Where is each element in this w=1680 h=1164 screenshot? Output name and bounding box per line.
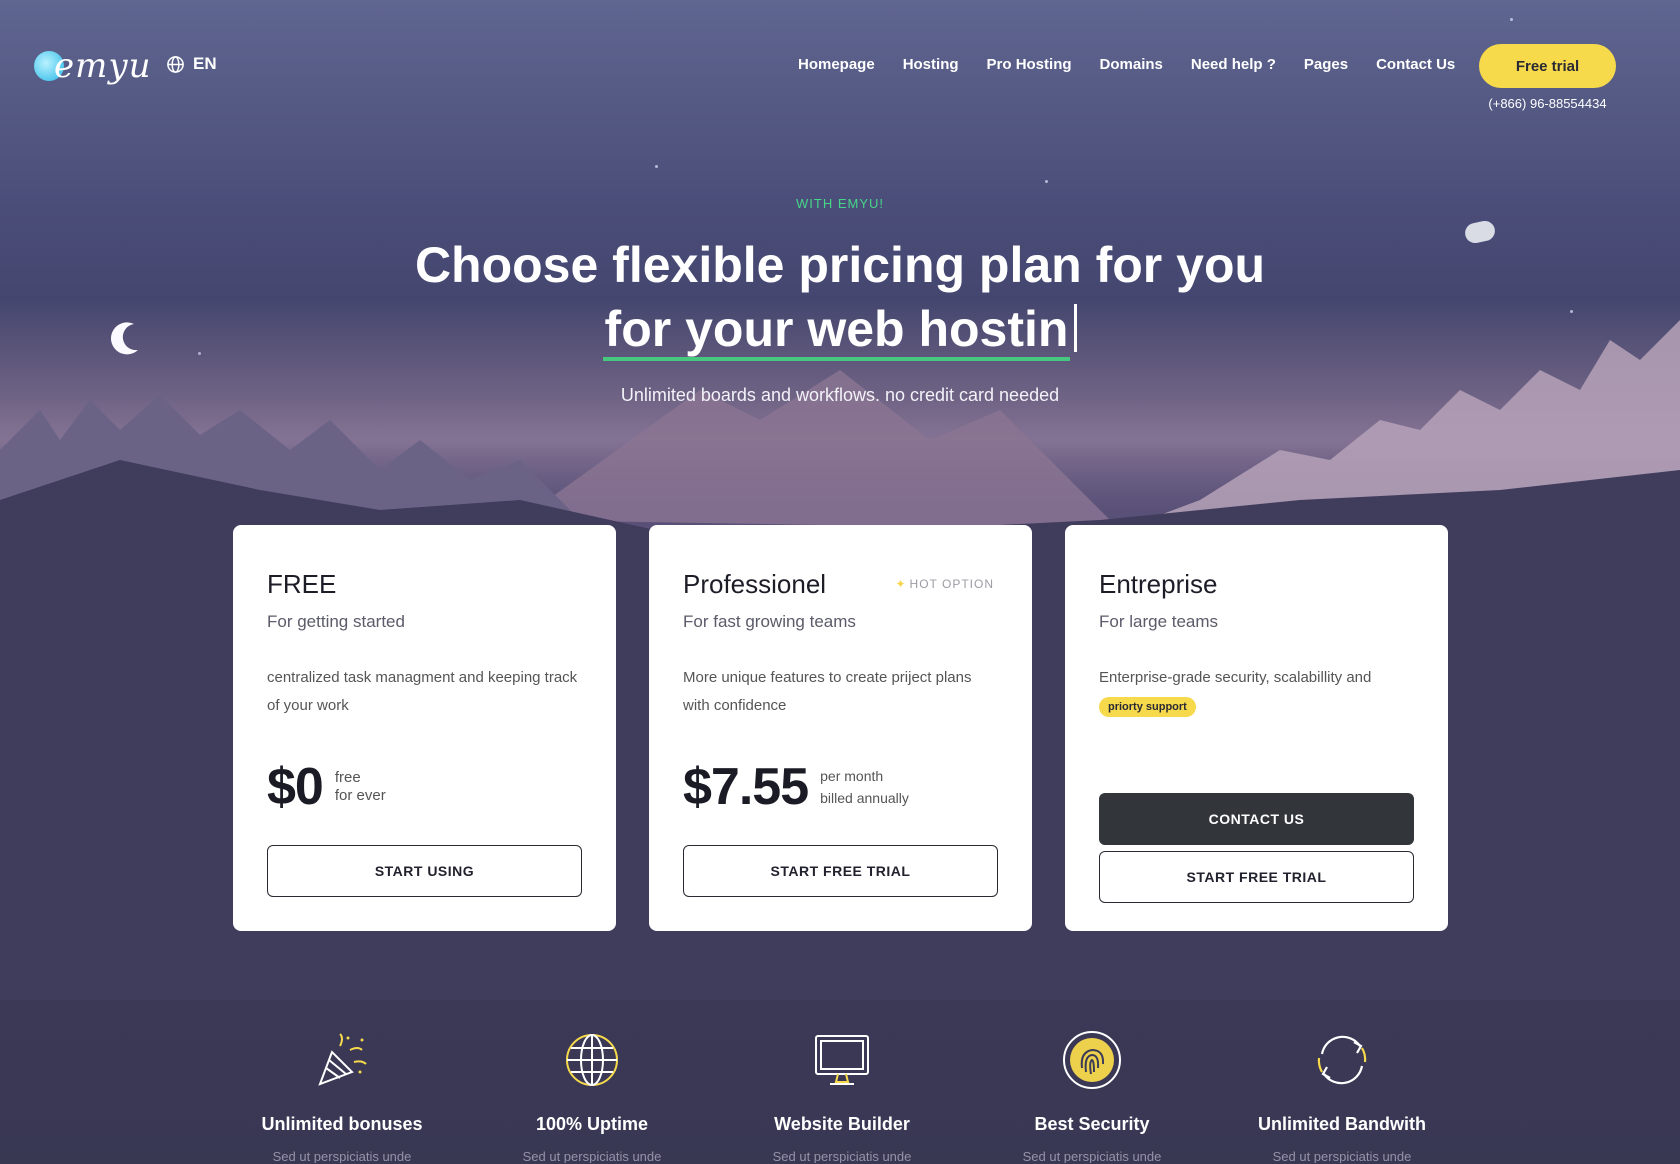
monitor-icon [815,1035,869,1085]
refresh-icon [1317,1035,1367,1085]
price-note: free for ever [335,769,386,805]
nav-pro-hosting[interactable]: Pro Hosting [987,56,1072,73]
nav-hosting[interactable]: Hosting [903,56,959,73]
feature-label: Website Builder [774,1114,910,1134]
plan-tagline: For fast growing teams [683,612,856,631]
nav-pages[interactable]: Pages [1304,56,1348,73]
page-title: Choose flexible pricing plan for you for… [0,233,1680,361]
price-note-line-2: billed annually [820,790,909,806]
feature-item: Website Builder Sed ut perspiciatis unde [717,1028,967,1163]
plan-description: centralized task managment and keeping t… [267,669,578,714]
nav-homepage[interactable]: Homepage [798,56,875,73]
feature-description: Sed ut perspiciatis unde [772,1149,912,1163]
price-row: $7.55 per month billed annually [683,757,909,817]
plan-description: Enterprise-grade security, scalabillity … [1099,664,1414,720]
feature-description: Sed ut perspiciatis unde [1272,1149,1412,1163]
title-line-2: for your web hostin [602,301,1071,361]
main-nav: Homepage Hosting Pro Hosting Domains Nee… [798,56,1455,73]
nav-domains[interactable]: Domains [1100,56,1163,73]
hot-option-label: HOT OPTION [909,577,994,591]
start-free-trial-button[interactable]: START FREE TRIAL [1099,851,1414,903]
start-using-button[interactable]: START USING [267,845,582,897]
plan-tagline: For large teams [1099,612,1219,631]
feature-label: Best Security [1034,1114,1150,1134]
fingerprint-icon [1063,1031,1121,1089]
nav-need-help[interactable]: Need help ? [1191,56,1276,73]
feature-description: Sed ut perspiciatis unde [522,1149,662,1163]
price-note: per month billed annually [820,765,909,809]
hero-section: WITH EMYU! Choose flexible pricing plan … [0,196,1680,406]
feature-label: Unlimited bonuses [261,1114,423,1134]
hero-eyebrow: WITH EMYU! [796,196,884,211]
feature-description: Sed ut perspiciatis unde [272,1149,412,1163]
plan-name: Entreprise [1099,569,1218,599]
price-note-line-2: for ever [334,787,386,804]
price-row: $0 free for ever [267,757,386,817]
plan-description-text: Enterprise-grade security, scalabillity … [1099,669,1372,686]
language-selector[interactable]: EN [166,54,217,74]
logo-text: emyu [54,46,152,86]
plan-price: $0 [267,758,324,816]
globe-icon [566,1034,618,1086]
pricing-card-enterprise: Entreprise For large teams Enterprise-gr… [1065,525,1448,931]
feature-label: Unlimited Bandwith [1258,1114,1426,1134]
sparkle-icon: ✦ [895,577,907,591]
feature-description: Sed ut perspiciatis unde [1022,1149,1162,1163]
party-popper-icon [318,1033,367,1086]
phone-number: (+866) 96-88554434 [1488,96,1607,111]
start-free-trial-button[interactable]: START FREE TRIAL [683,845,998,897]
star [655,165,658,168]
globe-icon [167,55,184,73]
typing-caret [1074,304,1078,352]
price-note-line-1: free [334,769,361,786]
plan-tagline: For getting started [267,612,405,631]
logo[interactable]: emyu [34,46,151,86]
contact-us-button[interactable]: CONTACT US [1099,793,1414,845]
free-trial-button[interactable]: Free trial [1479,44,1616,88]
nav-contact-us[interactable]: Contact Us [1376,56,1455,73]
feature-item: Unlimited bonuses Sed ut perspiciatis un… [217,1028,467,1163]
pricing-card-professional: Professionel ✦ HOT OPTION For fast growi… [649,525,1032,931]
features-row: Unlimited bonuses Sed ut perspiciatis un… [217,1028,1467,1163]
price-note-line-1: per month [820,768,884,784]
star [1045,180,1048,183]
pricing-cards: FREE For getting started centralized tas… [233,525,1448,931]
plan-price: $7.55 [683,758,809,816]
pricing-card-free: FREE For getting started centralized tas… [233,525,616,931]
feature-item: 100% Uptime Sed ut perspiciatis unde [467,1028,717,1163]
feature-item: Best Security Sed ut perspiciatis unde [967,1028,1217,1163]
feature-item: Unlimited Bandwith Sed ut perspiciatis u… [1217,1028,1467,1163]
title-line-1: Choose flexible pricing plan for you [414,237,1266,293]
priority-support-badge: priorty support [1099,697,1196,717]
title-line-2-text: for your web hostin [604,301,1069,357]
hero-subtitle: Unlimited boards and workflows. no credi… [620,385,1060,405]
language-label: EN [193,54,217,73]
plan-name: FREE [267,569,337,599]
plan-description: More unique features to create priject p… [683,669,972,714]
feature-label: 100% Uptime [535,1114,649,1134]
site-header: emyu EN Homepage Hosting Pro Hosting Dom… [0,0,1680,120]
hot-option-badge: ✦ HOT OPTION [895,577,994,591]
